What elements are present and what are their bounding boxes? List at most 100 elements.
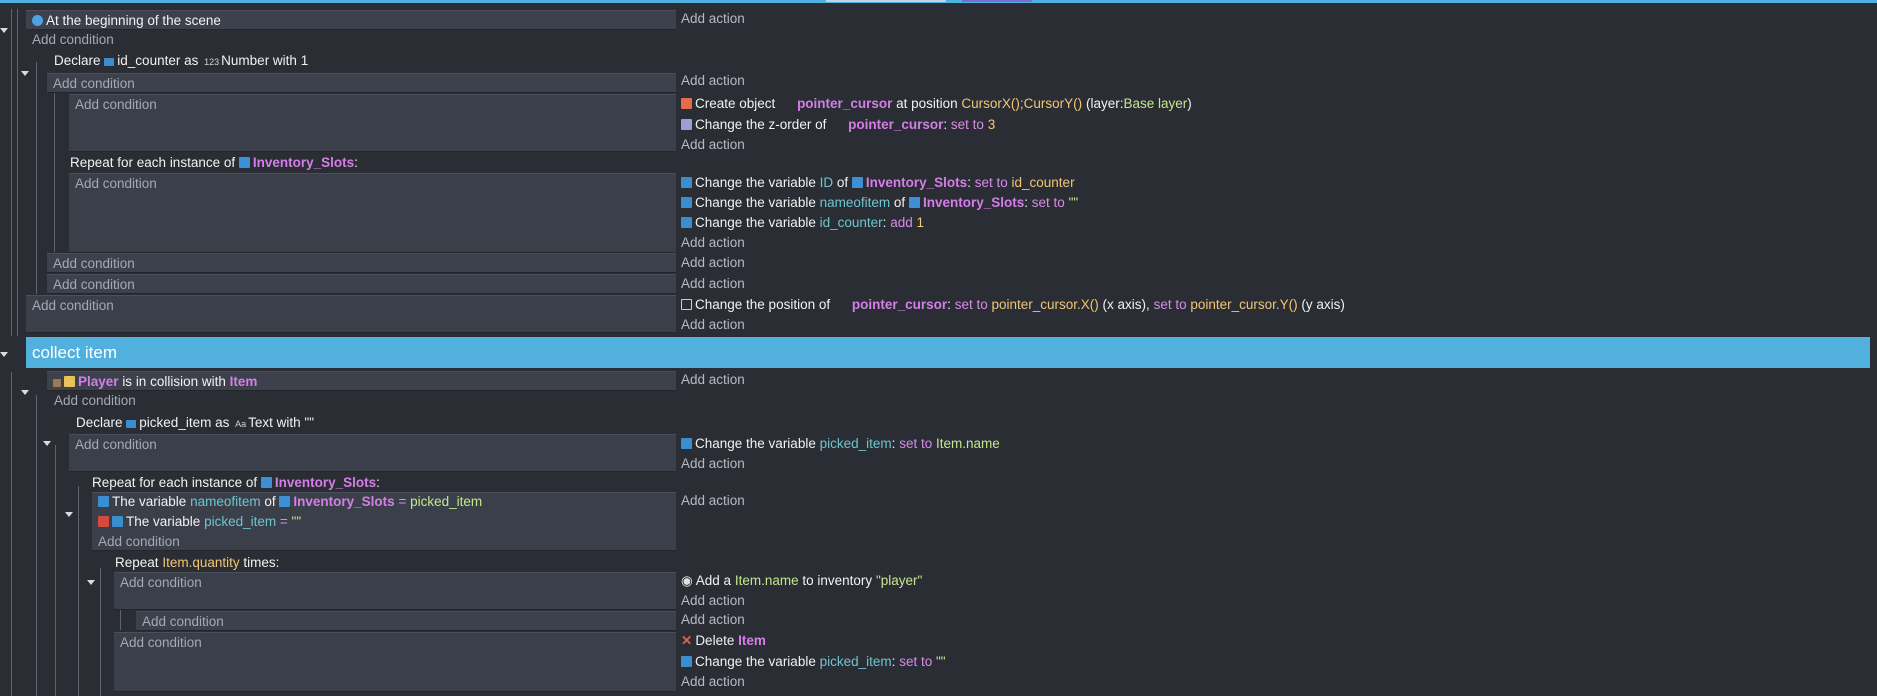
object-icon — [279, 496, 291, 507]
event-condition-row[interactable]: Add condition — [26, 295, 676, 333]
top-tab-indicator — [826, 0, 946, 2]
add-condition-button[interactable]: Add condition — [75, 97, 157, 112]
add-condition-button[interactable]: Add condition — [75, 437, 157, 452]
event-condition-row[interactable]: At the beginning of the scene — [26, 10, 676, 30]
collapse-toggle[interactable] — [43, 441, 51, 446]
add-action-button[interactable]: Add action — [681, 610, 745, 630]
tree-line — [78, 486, 79, 696]
collapse-toggle[interactable] — [21, 71, 29, 76]
variable-icon — [98, 496, 109, 507]
add-condition-button[interactable]: Add condition — [53, 277, 135, 292]
collapse-toggle[interactable] — [21, 390, 29, 395]
add-condition-button[interactable]: Add condition — [75, 176, 157, 191]
tree-line — [120, 610, 121, 630]
add-action-button[interactable]: Add action — [681, 672, 745, 692]
variable-icon — [681, 656, 692, 667]
object-icon — [851, 177, 863, 188]
object-icon — [260, 477, 272, 488]
add-action-button[interactable]: Add action — [681, 454, 745, 474]
collapse-toggle[interactable] — [87, 580, 95, 585]
tree-line — [17, 9, 18, 336]
event-condition-row[interactable]: Add condition — [47, 253, 676, 273]
object-icon — [908, 197, 920, 208]
variable-icon — [681, 438, 692, 449]
object-icon — [238, 157, 250, 168]
variable-icon — [126, 420, 137, 428]
add-action-button[interactable]: Add action — [681, 253, 745, 273]
collision-icon — [53, 379, 61, 387]
action-create-object[interactable]: Create object pointer_cursor at position… — [681, 94, 1192, 114]
collapse-toggle[interactable] — [65, 512, 73, 517]
add-condition-button[interactable]: Add condition — [120, 575, 202, 590]
add-condition-button[interactable]: Add condition — [54, 391, 136, 411]
inverted-condition-icon — [98, 516, 109, 527]
add-action-button[interactable]: Add action — [681, 315, 745, 335]
add-action-button[interactable]: Add action — [681, 491, 745, 511]
add-action-button[interactable]: Add action — [681, 135, 745, 155]
action-change-variable[interactable]: Change the variable id_counter: add 1 — [681, 213, 924, 233]
object-icon — [64, 376, 75, 387]
add-condition-button[interactable]: Add condition — [32, 30, 114, 50]
variable-icon — [104, 58, 115, 66]
add-condition-button[interactable]: Add condition — [53, 76, 135, 91]
action-change-variable[interactable]: Change the variable ID of Inventory_Slot… — [681, 173, 1075, 193]
variable-icon — [681, 217, 692, 228]
add-condition-button[interactable]: Add condition — [142, 614, 224, 629]
event-condition-row[interactable]: Add condition — [69, 94, 676, 152]
tree-line — [100, 568, 101, 696]
event-condition-row[interactable]: Add condition — [114, 572, 676, 610]
add-condition-button[interactable]: Add condition — [32, 298, 114, 313]
event-condition-row[interactable]: Add condition — [69, 434, 676, 472]
add-action-button[interactable]: Add action — [681, 370, 745, 390]
add-action-button[interactable]: Add action — [681, 233, 745, 253]
action-change-variable[interactable]: Change the variable nameofitem of Invent… — [681, 193, 1078, 213]
add-action-button[interactable]: Add action — [681, 591, 745, 611]
number-type-icon: 123 — [204, 57, 220, 67]
add-condition-button[interactable]: Add condition — [98, 532, 180, 552]
event-condition-row[interactable]: Player is in collision with Item — [47, 371, 676, 391]
action-delete-object[interactable]: ✕ Delete Item — [681, 631, 766, 651]
text-type-icon: Aa — [235, 419, 247, 429]
event-condition-row[interactable]: Add condition — [47, 73, 676, 93]
action-add-to-inventory[interactable]: ◉ Add a Item.name to inventory "player" — [681, 571, 922, 591]
action-change-position[interactable]: Change the position of pointer_cursor: s… — [681, 295, 1345, 315]
tree-line — [54, 92, 55, 252]
event-condition-row[interactable]: Add condition — [136, 611, 676, 631]
event-condition-row[interactable]: Add condition — [114, 632, 676, 692]
z-order-icon — [681, 119, 692, 130]
event-condition-row[interactable]: Add condition — [69, 173, 676, 253]
condition-variable-compare[interactable]: The variable nameofitem of Inventory_Slo… — [98, 492, 482, 512]
variable-declaration-row[interactable]: Declare picked_item as Aa Text with "" — [76, 413, 314, 434]
position-icon — [681, 299, 692, 310]
variable-icon — [112, 516, 123, 527]
tree-line — [11, 9, 12, 336]
repeat-header-row[interactable]: Repeat for each instance of Inventory_Sl… — [70, 153, 358, 173]
delete-icon: ✕ — [681, 633, 693, 648]
event-condition-row[interactable]: Add condition — [47, 274, 676, 294]
add-action-button[interactable]: Add action — [681, 9, 745, 29]
tree-line — [11, 372, 12, 696]
top-accent-bar — [0, 0, 1877, 3]
event-group-header[interactable]: collect item — [26, 337, 1870, 368]
add-action-button[interactable]: Add action — [681, 274, 745, 294]
add-action-button[interactable]: Add action — [681, 71, 745, 91]
add-condition-button[interactable]: Add condition — [120, 635, 202, 650]
variable-declaration-row[interactable]: Declare id_counter as 123 Number with 1 — [54, 51, 308, 72]
collapse-toggle[interactable] — [0, 28, 8, 33]
repeat-header-row[interactable]: Repeat for each instance of Inventory_Sl… — [92, 473, 380, 493]
condition-variable-compare-inverted[interactable]: The variable picked_item = "" — [98, 512, 301, 532]
top-tab-indicator-secondary — [962, 0, 1032, 2]
repeat-times-header-row[interactable]: Repeat Item.quantity times: — [115, 553, 279, 573]
condition-text: At the beginning of the scene — [46, 13, 221, 28]
variable-icon — [681, 177, 692, 188]
add-condition-button[interactable]: Add condition — [53, 256, 135, 271]
tree-line — [55, 445, 56, 696]
collapse-toggle[interactable] — [0, 352, 8, 357]
tree-line — [36, 395, 37, 696]
eye-icon — [32, 15, 43, 26]
action-change-variable[interactable]: Change the variable picked_item: set to … — [681, 652, 946, 672]
variable-icon — [681, 197, 692, 208]
tree-line — [36, 62, 37, 294]
action-change-variable[interactable]: Change the variable picked_item: set to … — [681, 434, 1000, 454]
action-change-z-order[interactable]: Change the z-order of pointer_cursor: se… — [681, 115, 995, 135]
